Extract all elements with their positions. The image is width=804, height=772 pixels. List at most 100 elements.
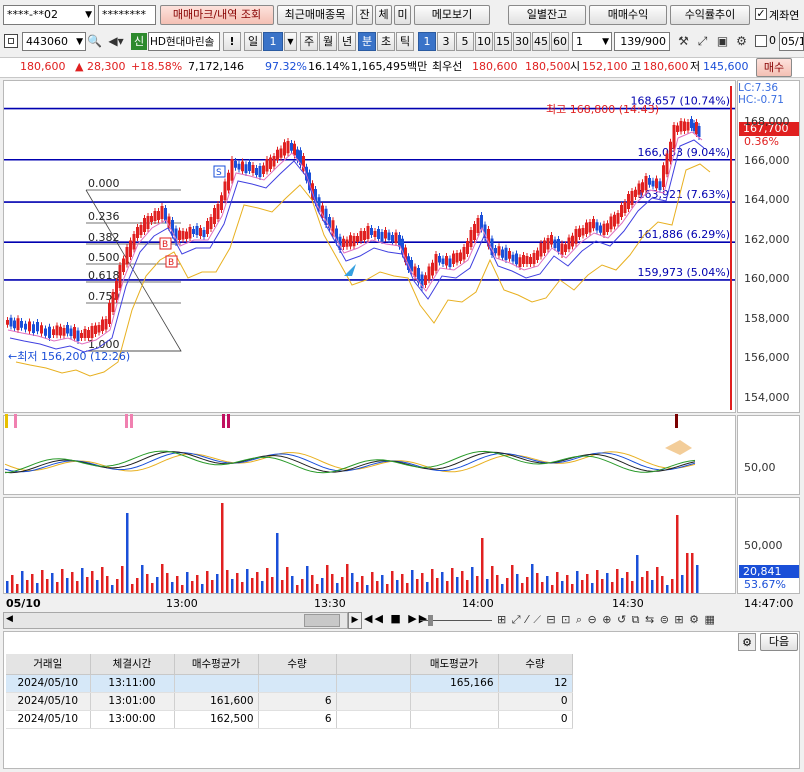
- current-time: 14:47:00: [744, 597, 794, 610]
- cell: 13:11:00: [90, 674, 175, 693]
- candle-body: [644, 176, 648, 191]
- volume-bar: [86, 577, 89, 593]
- candle-body: [448, 258, 452, 267]
- candle-body: [511, 254, 515, 262]
- table-row[interactable]: 2024/05/10 13:11:00 165,166 12: [6, 674, 573, 693]
- cell: 12: [498, 674, 573, 693]
- candle-body: [697, 126, 701, 137]
- candle-body: [115, 281, 118, 300]
- candle-body: [380, 232, 384, 241]
- candle-body: [431, 262, 434, 276]
- volume-bar: [306, 566, 309, 593]
- cell: 0: [498, 692, 573, 711]
- scroll-right-arrow[interactable]: ▶: [348, 612, 362, 629]
- volume-bar: [596, 570, 599, 593]
- drawing-tools[interactable]: ⊞ ⤢ ⁄ ⟋ ⊟ ⊡ ⌕ ⊖ ⊕ ↺ ⧉ ⇆ ⊜ ⊞ ⚙ ▦: [497, 613, 716, 627]
- volume-bar: [611, 582, 614, 593]
- volume-bar: [446, 581, 449, 593]
- volume-bar: [586, 574, 589, 593]
- volume-bar: [321, 578, 324, 593]
- candle-body: [272, 156, 276, 167]
- candle-body: [185, 231, 188, 239]
- volume-bar: [11, 575, 14, 593]
- candle-body: [104, 319, 108, 330]
- candle-body: [546, 238, 550, 250]
- candle-body: [536, 250, 539, 260]
- candle-body: [504, 247, 508, 260]
- candle-body: [293, 143, 296, 156]
- candle-body: [476, 218, 480, 233]
- candle-body: [469, 230, 473, 247]
- volume-bar: [81, 568, 84, 593]
- high-note: 최고 168,800 (14:43): [546, 103, 660, 116]
- trade-history-table: 거래일 체결시간 매수평균가 수량 매도평균가 수량 2024/05/10 13…: [6, 654, 573, 729]
- volume-bar: [301, 579, 304, 593]
- candle-body: [508, 251, 511, 259]
- candle-body: [602, 223, 606, 235]
- price-y-tick: 156,000: [744, 351, 790, 365]
- chart-scrollbar[interactable]: ◀: [3, 612, 348, 629]
- volume-bar: [496, 575, 499, 593]
- table-row[interactable]: 2024/05/10 13:01:00 161,600 6 0: [6, 692, 573, 711]
- candle-body: [672, 125, 676, 149]
- volume-bar: [456, 577, 459, 593]
- volume-bar: [101, 567, 104, 593]
- candle-body: [398, 235, 401, 247]
- candle-body: [567, 237, 571, 250]
- scroll-thumb[interactable]: [304, 614, 340, 627]
- hc-label: HC:-0.71: [738, 94, 784, 106]
- volume-bar: [351, 573, 354, 593]
- candle-body: [143, 218, 146, 232]
- candle-body: [265, 159, 269, 172]
- candle-body: [441, 258, 445, 264]
- candle-body: [181, 231, 185, 240]
- candle-body: [515, 253, 518, 265]
- candle-body: [662, 165, 665, 187]
- volume-bar: [481, 538, 484, 593]
- volume-bar: [261, 581, 264, 593]
- volume-bar: [171, 582, 174, 593]
- candle-body: [543, 240, 546, 253]
- zoom-slider[interactable]: [420, 612, 492, 629]
- candle-body: [539, 243, 543, 257]
- candle-body: [445, 256, 448, 266]
- volume-bar: [176, 576, 179, 593]
- candle-body: [564, 244, 567, 252]
- candle-body: [94, 325, 97, 334]
- candle-body: [125, 247, 129, 265]
- volume-bar: [436, 578, 439, 593]
- table-row[interactable]: 2024/05/10 13:00:00 162,500 6 0: [6, 710, 573, 729]
- candle-body: [391, 235, 394, 242]
- volume-bar: [401, 574, 404, 593]
- time-label: 13:00: [166, 597, 198, 610]
- volume-bar: [376, 581, 379, 593]
- volume-bar: [556, 572, 559, 593]
- gear-icon[interactable]: ⚙: [738, 633, 756, 651]
- candle-body: [62, 328, 66, 336]
- scroll-left-arrow[interactable]: ◀: [6, 614, 13, 624]
- candle-body: [276, 149, 279, 160]
- trade-event-marker: [125, 414, 128, 428]
- candle-body: [244, 164, 248, 173]
- volume-bar: [361, 576, 364, 593]
- volume-bar: [661, 576, 664, 593]
- volume-bar: [61, 569, 64, 593]
- candle-body: [97, 325, 101, 333]
- last-volume-rate: 53.67%: [744, 578, 786, 591]
- candle-body: [28, 321, 31, 332]
- candle-body: [427, 266, 431, 281]
- candle-body: [373, 231, 377, 237]
- chart-canvas: 168,657 (10.74%)166,063 (9.04%)163,921 (…: [4, 86, 735, 593]
- candle-body: [480, 215, 483, 230]
- candle-body: [16, 318, 20, 330]
- volume-y-tick: 50,000: [744, 539, 783, 552]
- time-label: 05/10: [6, 597, 41, 610]
- candle-body: [48, 326, 51, 338]
- candle-body: [59, 326, 62, 336]
- candle-body: [394, 232, 398, 243]
- col-blank: [336, 654, 411, 675]
- next-button[interactable]: 다음: [760, 633, 798, 651]
- volume-bar: [411, 570, 414, 593]
- candle-body: [613, 214, 616, 227]
- candle-body: [40, 325, 43, 334]
